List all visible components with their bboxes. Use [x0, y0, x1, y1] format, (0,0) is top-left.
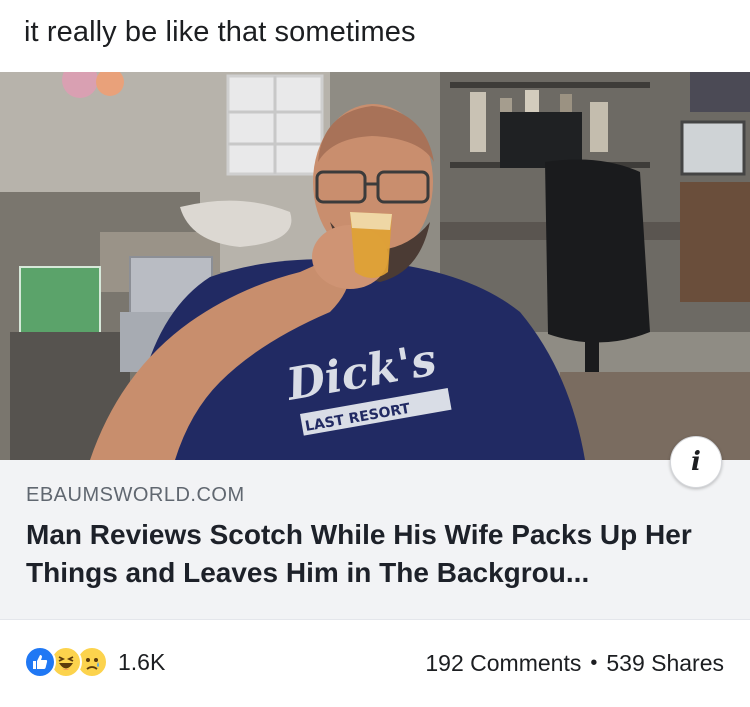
- link-thumbnail-image[interactable]: Dick's LAST RESORT: [0, 72, 750, 460]
- like-icon: [24, 646, 56, 678]
- info-icon[interactable]: i: [670, 436, 722, 488]
- reaction-count: 1.6K: [118, 648, 166, 675]
- engagement-stats: 192 Comments • 539 Shares: [425, 650, 724, 677]
- link-meta[interactable]: EBAUMSWORLD.COM Man Reviews Scotch While…: [0, 460, 750, 620]
- link-headline[interactable]: Man Reviews Scotch While His Wife Packs …: [26, 516, 726, 592]
- comments-count-link[interactable]: 192 Comments: [425, 650, 581, 677]
- link-preview-card[interactable]: Dick's LAST RESORT i EBAUMSWORLD.COM Man…: [0, 72, 750, 620]
- info-glyph: i: [691, 447, 701, 477]
- reactions-summary[interactable]: 1.6K: [24, 644, 165, 680]
- engagement-bar: 1.6K 192 Comments • 539 Shares: [0, 640, 750, 684]
- shares-count-link[interactable]: 539 Shares: [606, 650, 724, 677]
- link-domain: EBAUMSWORLD.COM: [26, 484, 245, 506]
- stats-separator: •: [590, 652, 598, 674]
- post-caption: it really be like that sometimes: [24, 16, 416, 48]
